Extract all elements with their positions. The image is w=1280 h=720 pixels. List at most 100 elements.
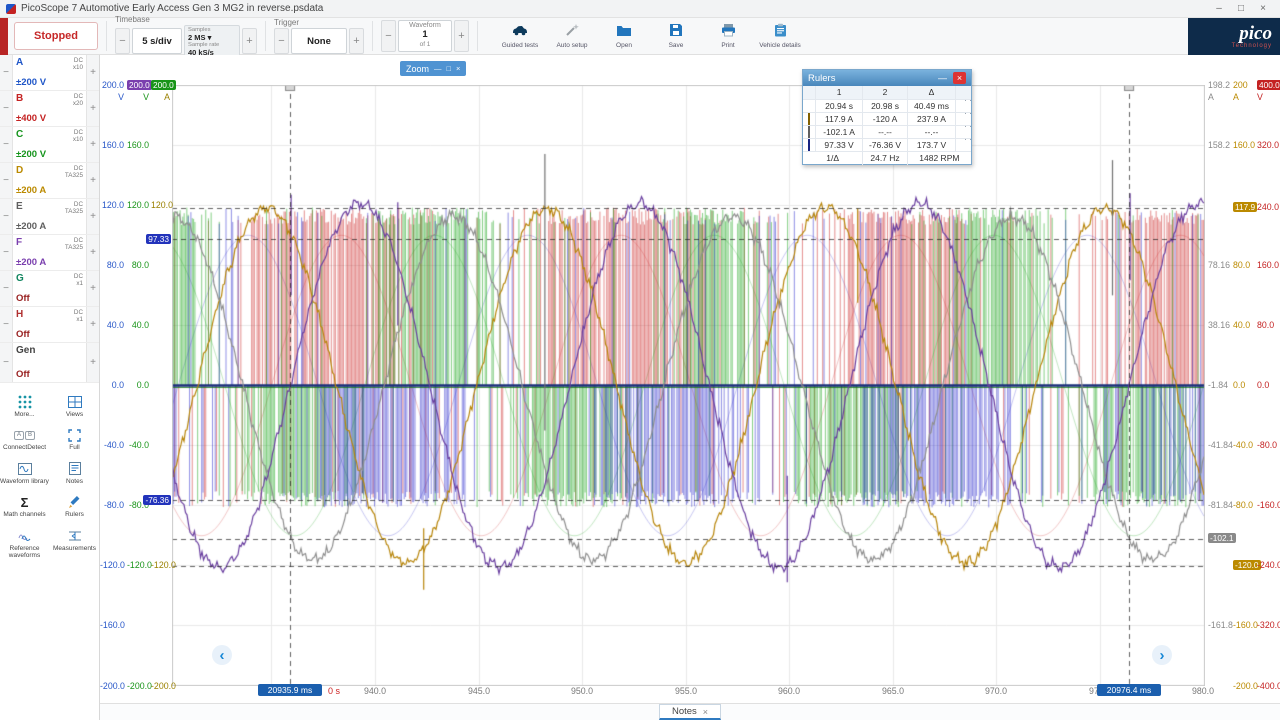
channel-increase-button[interactable]: +	[86, 91, 99, 126]
waveform-number: 1	[399, 30, 451, 40]
channel-a[interactable]: −ADCx10±200 V+	[0, 55, 99, 91]
sidebar-tool-more[interactable]: More...	[0, 395, 50, 418]
timebase-increase-button[interactable]: +	[242, 28, 257, 54]
channel-increase-button[interactable]: +	[86, 199, 99, 234]
sidebar-tool-rulers[interactable]: Rulers	[50, 495, 100, 518]
trigger-increase-button[interactable]: +	[349, 28, 364, 54]
channel-decrease-button[interactable]: −	[0, 55, 13, 90]
open-button[interactable]: Open	[600, 24, 648, 49]
channel-h[interactable]: −HDCx1Off+	[0, 307, 99, 343]
channel-increase-button[interactable]: +	[86, 235, 99, 270]
samples-box[interactable]: Samples 2 MS ▾ Sample rate 40 kS/s	[184, 25, 240, 57]
channel-decrease-button[interactable]: −	[0, 235, 13, 270]
sidebar-tool-connectdetect[interactable]: ABConnectDetect	[0, 428, 50, 451]
probe-value: x20	[73, 100, 83, 107]
zoom-overlay[interactable]: Zoom — □ ×	[400, 61, 466, 76]
channel-decrease-button[interactable]: −	[0, 343, 13, 382]
axis-label: -160.0	[1233, 620, 1255, 630]
trigger-value[interactable]: None	[291, 28, 347, 54]
channel-increase-button[interactable]: +	[86, 343, 99, 382]
sidebar-tool-reference-waveforms[interactable]: Reference waveforms	[0, 529, 50, 560]
maximize-button[interactable]: □	[1230, 3, 1252, 14]
lock-cell[interactable]	[955, 113, 971, 126]
trigger-decrease-button[interactable]: −	[274, 28, 289, 54]
axis-label[interactable]: 200.0	[151, 80, 176, 90]
time-ruler-chip[interactable]: 20976.4 ms	[1097, 684, 1161, 696]
waveform-prev-button[interactable]: −	[381, 20, 396, 52]
x-tick-label: 950.0	[564, 686, 600, 696]
channel-b[interactable]: −BDCx20±400 V+	[0, 91, 99, 127]
sidebar-tool-notes[interactable]: Notes	[50, 462, 100, 485]
channel-decrease-button[interactable]: −	[0, 163, 13, 198]
separator	[265, 21, 266, 51]
sidebar-tool-views[interactable]: Views	[50, 395, 100, 418]
channel-g[interactable]: −GDCx1Off+	[0, 271, 99, 307]
channel-gen[interactable]: −GenOff+	[0, 343, 99, 383]
rulers-panel[interactable]: Rulers — × 12Δ20.94 s20.98 s40.49 ms117.…	[802, 69, 972, 165]
axis-label[interactable]: 200.0	[127, 80, 152, 90]
stopped-button[interactable]: Stopped	[14, 22, 98, 50]
zoom-minimize-icon[interactable]: —	[434, 64, 442, 73]
time-ruler-chip[interactable]: 20935.9 ms	[258, 684, 322, 696]
ruler-value-chip[interactable]: -76.36	[143, 495, 171, 505]
sidebar-tool-waveform-library[interactable]: Waveform library	[0, 462, 50, 485]
scroll-left-button[interactable]: ‹	[212, 645, 232, 665]
rulers-minimize-button[interactable]: —	[938, 73, 947, 83]
ruler-value-chip[interactable]: 97.33	[146, 234, 171, 244]
channel-info: EDCTA325±200 A	[13, 199, 86, 234]
print-button[interactable]: Print	[704, 23, 752, 49]
waveform-next-button[interactable]: +	[454, 20, 469, 52]
axis-label[interactable]: -102.1	[1208, 533, 1236, 543]
timebase-decrease-button[interactable]: −	[115, 28, 130, 54]
expand-icon	[68, 428, 81, 442]
rulers-panel-titlebar[interactable]: Rulers — ×	[803, 70, 971, 86]
channel-e[interactable]: −EDCTA325±200 A+	[0, 199, 99, 235]
channel-increase-button[interactable]: +	[86, 271, 99, 306]
axis-label[interactable]: 117.9	[1233, 202, 1257, 212]
minimize-button[interactable]: –	[1208, 3, 1230, 14]
scroll-right-button[interactable]: ›	[1152, 645, 1172, 665]
channel-decrease-button[interactable]: −	[0, 271, 13, 306]
channel-decrease-button[interactable]: −	[0, 307, 13, 342]
record-indicator[interactable]	[0, 18, 8, 55]
channel-range: Off	[16, 293, 83, 304]
lock-cell[interactable]	[955, 126, 971, 139]
clipboard-icon	[774, 23, 787, 40]
channel-d[interactable]: −DDCTA325±200 A+	[0, 163, 99, 199]
channel-decrease-button[interactable]: −	[0, 127, 13, 162]
vehicle-details-button[interactable]: Vehicle details	[756, 23, 804, 49]
tab-notes[interactable]: Notes ×	[659, 704, 721, 720]
sidebar-tool-full[interactable]: Full	[50, 428, 100, 451]
channel-f[interactable]: −FDCTA325±200 A+	[0, 235, 99, 271]
timebase-value[interactable]: 5 s/div	[132, 28, 182, 54]
zoom-close-icon[interactable]: ×	[456, 64, 460, 73]
waveform-canvas[interactable]	[172, 85, 1205, 686]
save-button[interactable]: Save	[652, 23, 700, 49]
channel-c[interactable]: −CDCx10±200 V+	[0, 127, 99, 163]
rulers-close-button[interactable]: ×	[953, 72, 966, 84]
zoom-restore-icon[interactable]: □	[447, 64, 452, 73]
rulers-row: 97.33 V-76.36 V173.7 V	[803, 138, 971, 151]
tool-label: Rulers	[65, 511, 84, 518]
channel-range: ±200 A	[16, 185, 83, 196]
axis-row: 160.0160.0	[100, 140, 172, 150]
lock-cell[interactable]	[955, 100, 971, 113]
axis-label[interactable]: 400.0	[1257, 80, 1280, 90]
axis-label: V	[100, 92, 124, 102]
notes-tab-close-icon[interactable]: ×	[703, 707, 708, 717]
auto-setup-button[interactable]: Auto setup	[548, 23, 596, 49]
sidebar-tool-measurements[interactable]: Measurements	[50, 529, 100, 560]
guided-tests-button[interactable]: Guided tests	[496, 23, 544, 49]
sidebar-tool-math-channels[interactable]: ΣMath channels	[0, 495, 50, 518]
ruler-value-cell: -120 A	[862, 113, 906, 126]
channel-decrease-button[interactable]: −	[0, 199, 13, 234]
ruler-value-cell: 173.7 V	[907, 139, 955, 152]
axis-label: 160.0	[1257, 260, 1280, 270]
channel-decrease-button[interactable]: −	[0, 91, 13, 126]
channel-increase-button[interactable]: +	[86, 163, 99, 198]
channel-increase-button[interactable]: +	[86, 127, 99, 162]
channel-increase-button[interactable]: +	[86, 307, 99, 342]
close-button[interactable]: ×	[1252, 3, 1274, 14]
channel-increase-button[interactable]: +	[86, 55, 99, 90]
lock-cell[interactable]	[955, 139, 971, 152]
